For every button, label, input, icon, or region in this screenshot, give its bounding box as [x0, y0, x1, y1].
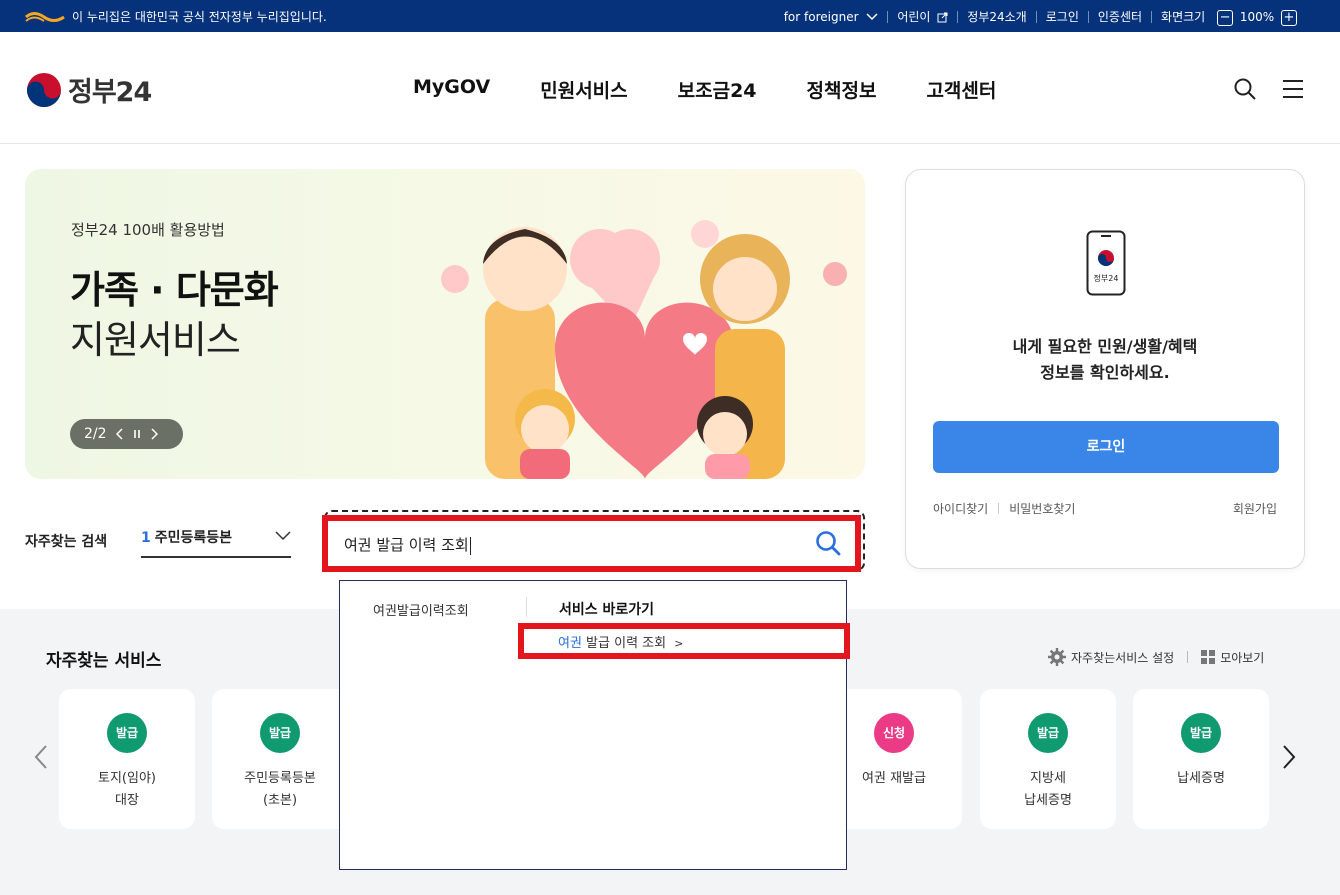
suggestion-highlight: 여권: [558, 636, 582, 651]
label-line2: 대장: [115, 793, 139, 808]
hero-title-bold: 가족 · 다문화: [70, 268, 279, 312]
kids-label: 어린이: [897, 10, 931, 25]
site-logo[interactable]: 정부24: [26, 70, 152, 109]
menu-icon[interactable]: [1282, 78, 1304, 100]
search-box[interactable]: 여권 발급 이력 조회: [322, 515, 861, 572]
service-card-label: 납세증명: [1133, 768, 1269, 790]
gov-notice: 이 누리집은 대한민국 공식 전자정부 누리집입니다.: [24, 8, 327, 25]
phone-label: 정부24: [1093, 274, 1119, 283]
service-card-label: 주민등록등본 (초본): [212, 768, 348, 812]
gear-icon: [1048, 648, 1066, 666]
autocomplete-keyword[interactable]: 여권발급이력조회: [373, 600, 469, 619]
nav-subsidy24[interactable]: 보조금24: [678, 76, 757, 103]
site-header: 정부24 MyGOV 민원서비스 보조금24 정책정보 고객센터: [0, 32, 1340, 144]
label-line2: (초본): [262, 793, 298, 808]
kids-link[interactable]: 어린이: [888, 8, 957, 25]
login-panel: 정부24 내게 필요한 민원/생활/혜택 정보를 확인하세요. 로그인 아이디찾…: [905, 169, 1305, 569]
about-link[interactable]: 정부24소개: [958, 8, 1035, 25]
utility-menu: for foreigner 어린이 정부24소개 로그인 인증센터 화면크기 −…: [775, 8, 1306, 26]
service-card-label: 지방세납세증명: [980, 768, 1116, 812]
hero-subtitle: 정부24 100배 활용방법: [71, 221, 225, 239]
zoom-label: 화면크기: [1161, 10, 1206, 24]
popular-search-label: 자주찾는 검색: [25, 534, 108, 550]
services-settings-link[interactable]: 자주찾는서비스 설정: [1071, 649, 1174, 666]
login-message-line1: 내게 필요한 민원/생활/혜택: [1012, 337, 1198, 356]
service-card-local-tax-certificate[interactable]: 발급 지방세납세증명: [980, 689, 1116, 829]
search-icon[interactable]: [1234, 78, 1256, 100]
pause-icon[interactable]: [133, 429, 141, 439]
zoom-in-button[interactable]: +: [1281, 9, 1297, 26]
service-shortcut-item[interactable]: 여권 발급 이력 조회 >: [518, 623, 850, 659]
login-message-line2: 정보를 확인하세요.: [1040, 363, 1170, 382]
carousel-next-icon[interactable]: [1282, 744, 1296, 770]
gov-notice-text: 이 누리집은 대한민국 공식 전자정부 누리집입니다.: [72, 10, 327, 24]
carousel-prev-icon[interactable]: [34, 744, 48, 770]
foreigner-link[interactable]: for foreigner: [775, 10, 888, 24]
nav-civil-service[interactable]: 민원서비스: [540, 76, 627, 103]
login-link[interactable]: 로그인: [1037, 8, 1088, 25]
suggestion-text: 여권 발급 이력 조회 >: [558, 632, 683, 651]
external-link-icon: [937, 12, 948, 23]
nav-policy[interactable]: 정책정보: [807, 76, 877, 103]
foreigner-label: for foreigner: [783, 9, 859, 24]
service-card-land-register[interactable]: 발급 토지(임야) 대장: [59, 689, 195, 829]
zoom-control: 화면크기 − 100% +: [1152, 8, 1306, 26]
taegeuk-logo-icon: [27, 72, 61, 107]
service-card-tax-certificate[interactable]: 발급 납세증명: [1133, 689, 1269, 829]
divider: [1187, 651, 1189, 663]
popular-search-select[interactable]: 1 주민등록등본: [141, 527, 291, 558]
hero-title: 지원서비스: [70, 318, 241, 362]
issue-badge: 발급: [260, 713, 300, 753]
label-line1: 납세증명: [1177, 771, 1225, 786]
banner-pager: 2/2: [70, 419, 183, 449]
main-nav: MyGOV 민원서비스 보조금24 정책정보 고객센터: [413, 76, 1046, 103]
label-line2: 납세증명: [1024, 793, 1072, 808]
search-input-value: 여권 발급 이력 조회: [344, 536, 469, 554]
hero-banner[interactable]: 정부24 100배 활용방법 가족 · 다문화 지원서비스 2/2: [25, 169, 865, 479]
services-tools: 자주찾는서비스 설정 모아보기: [1048, 648, 1264, 666]
mobile-gov24-icon: [1086, 230, 1126, 296]
chevron-right-icon: >: [674, 637, 684, 650]
chevron-down-icon: [866, 13, 878, 21]
prev-icon[interactable]: [115, 428, 124, 440]
select-value: 주민등록등본: [154, 530, 233, 546]
chevron-down-icon: [275, 531, 291, 541]
nav-mygov[interactable]: MyGOV: [413, 76, 490, 103]
login-button[interactable]: 로그인: [933, 421, 1279, 473]
cert-center-link[interactable]: 인증센터: [1089, 8, 1151, 25]
search-input[interactable]: 여권 발급 이력 조회: [344, 534, 471, 555]
family-illustration: [441, 220, 847, 479]
zoom-out-button[interactable]: −: [1217, 9, 1234, 26]
label-line1: 주민등록등본: [244, 771, 316, 786]
find-password-link[interactable]: 비밀번호찾기: [1009, 500, 1075, 517]
select-rank: 1: [141, 530, 151, 546]
label-line1: 토지(임야): [98, 771, 156, 786]
next-icon[interactable]: [150, 428, 158, 440]
egov-logo-icon: [25, 11, 65, 22]
issue-badge: 발급: [107, 713, 147, 753]
service-shortcut-heading: 서비스 바로가기: [559, 602, 655, 618]
gov-notice-bar: 이 누리집은 대한민국 공식 전자정부 누리집입니다. for foreigne…: [0, 0, 1340, 32]
divider: [526, 597, 527, 617]
find-id-link[interactable]: 아이디찾기: [933, 500, 988, 517]
suggestion-rest: 발급 이력 조회: [581, 636, 667, 651]
service-card-label: 토지(임야) 대장: [59, 768, 195, 812]
service-card-resident-register[interactable]: 발급 주민등록등본 (초본): [212, 689, 348, 829]
issue-badge: 발급: [1181, 713, 1221, 753]
zoom-level: 100%: [1239, 10, 1275, 24]
account-links: 아이디찾기 비밀번호찾기: [933, 500, 1075, 517]
grid-icon: [1201, 650, 1216, 664]
label-line1: 지방세: [1030, 771, 1066, 786]
text-cursor: [469, 536, 471, 555]
signup-link[interactable]: 회원가입: [1233, 500, 1277, 517]
nav-customer-center[interactable]: 고객센터: [926, 76, 996, 103]
view-all-link[interactable]: 모아보기: [1220, 649, 1264, 666]
pager-count: 2/2: [84, 426, 107, 442]
search-submit-icon[interactable]: [815, 530, 841, 556]
issue-badge: 발급: [1028, 713, 1068, 753]
divider: [998, 503, 1000, 514]
frequent-services-title: 자주찾는 서비스: [46, 651, 162, 671]
apply-badge: 신청: [874, 713, 914, 753]
logo-text: 정부24: [68, 77, 152, 108]
